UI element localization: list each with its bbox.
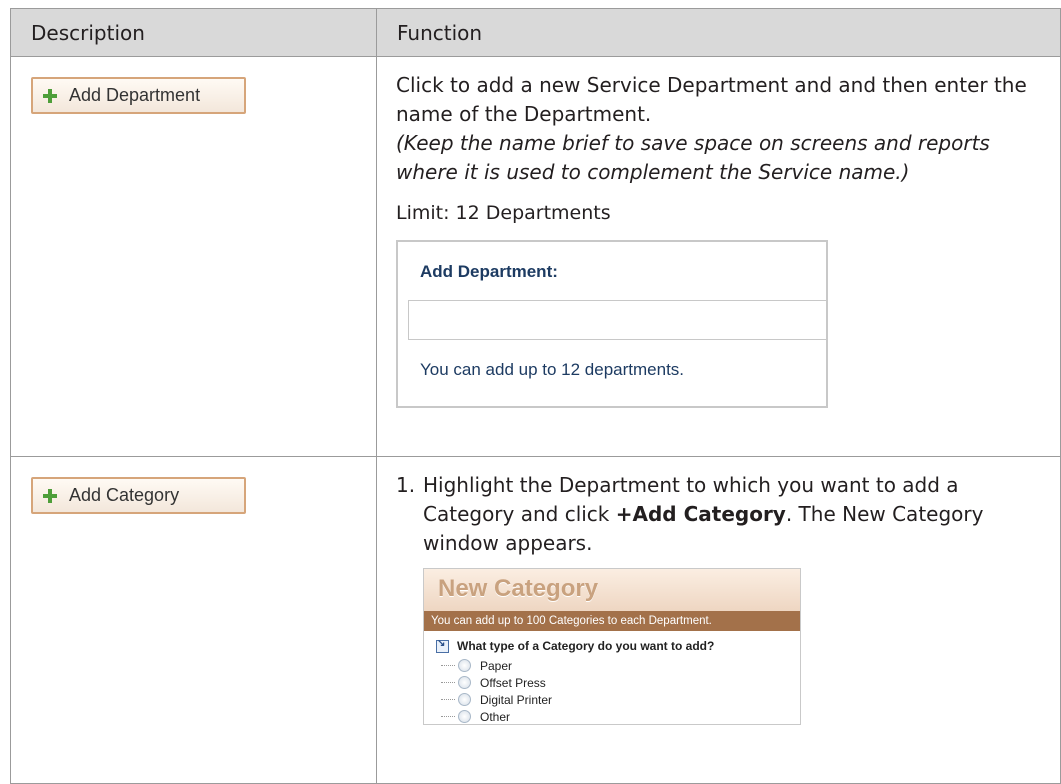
step-text: Highlight the Department to which you wa…: [423, 471, 1044, 558]
description-text: Click to add a new Service Department an…: [396, 73, 1027, 126]
option-label: Digital Printer: [480, 692, 553, 707]
header-function: Function: [376, 8, 1061, 57]
department-name-input[interactable]: [408, 300, 826, 340]
step-item: 1. Highlight the Department to which you…: [396, 471, 1044, 558]
step-text-bold: +Add Category: [615, 502, 786, 526]
option-digital-printer[interactable]: Digital Printer: [441, 691, 552, 708]
add-department-panel: Add Department: You can add up to 12 dep…: [396, 240, 828, 408]
plus-icon: [43, 488, 57, 503]
tree-line: [441, 699, 455, 700]
option-label: Other: [480, 709, 511, 724]
expand-arrow-icon[interactable]: [436, 638, 449, 653]
radio-icon[interactable]: [458, 676, 471, 689]
new-category-window: New Category You can add up to 100 Categ…: [423, 568, 801, 725]
function-cell: Click to add a new Service Department an…: [376, 56, 1061, 457]
table-row: Add Department Click to add a new Servic…: [10, 56, 1061, 457]
table-header-row: Description Function: [10, 8, 1061, 57]
description-cell: Add Department: [10, 56, 377, 457]
step-number: 1.: [396, 473, 416, 497]
question-text: What type of a Category do you want to a…: [457, 639, 715, 653]
tree-line: [441, 665, 455, 666]
radio-icon[interactable]: [458, 659, 471, 672]
panel-title: Add Department:: [420, 262, 558, 281]
option-label: Paper: [480, 658, 513, 673]
plus-icon: [43, 88, 57, 103]
table-row: Add Category 1. Highlight the Department…: [10, 456, 1061, 784]
add-category-button[interactable]: Add Category: [31, 477, 246, 514]
add-department-button[interactable]: Add Department: [31, 77, 246, 114]
option-label: Offset Press: [480, 675, 546, 690]
option-other[interactable]: Other: [441, 708, 552, 724]
window-title: New Category: [424, 569, 800, 611]
category-options: Paper Offset Press Digital Printer Other: [441, 657, 552, 724]
add-category-label: Add Category: [69, 485, 180, 505]
window-banner: You can add up to 100 Categories to each…: [424, 611, 800, 631]
function-table: Description Function Add Department Clic…: [10, 8, 1061, 784]
option-paper[interactable]: Paper: [441, 657, 552, 674]
tree-line: [441, 682, 455, 683]
category-question: What type of a Category do you want to a…: [436, 638, 715, 653]
limit-text: Limit: 12 Departments: [396, 202, 611, 224]
header-description: Description: [10, 8, 377, 57]
add-department-label: Add Department: [69, 85, 201, 105]
note-text: (Keep the name brief to save space on sc…: [396, 131, 990, 184]
description-cell: Add Category: [10, 456, 377, 784]
radio-icon[interactable]: [458, 710, 471, 723]
radio-icon[interactable]: [458, 693, 471, 706]
panel-hint: You can add up to 12 departments.: [420, 360, 685, 379]
option-offset-press[interactable]: Offset Press: [441, 674, 552, 691]
tree-line: [441, 716, 455, 717]
function-cell: 1. Highlight the Department to which you…: [376, 456, 1061, 784]
